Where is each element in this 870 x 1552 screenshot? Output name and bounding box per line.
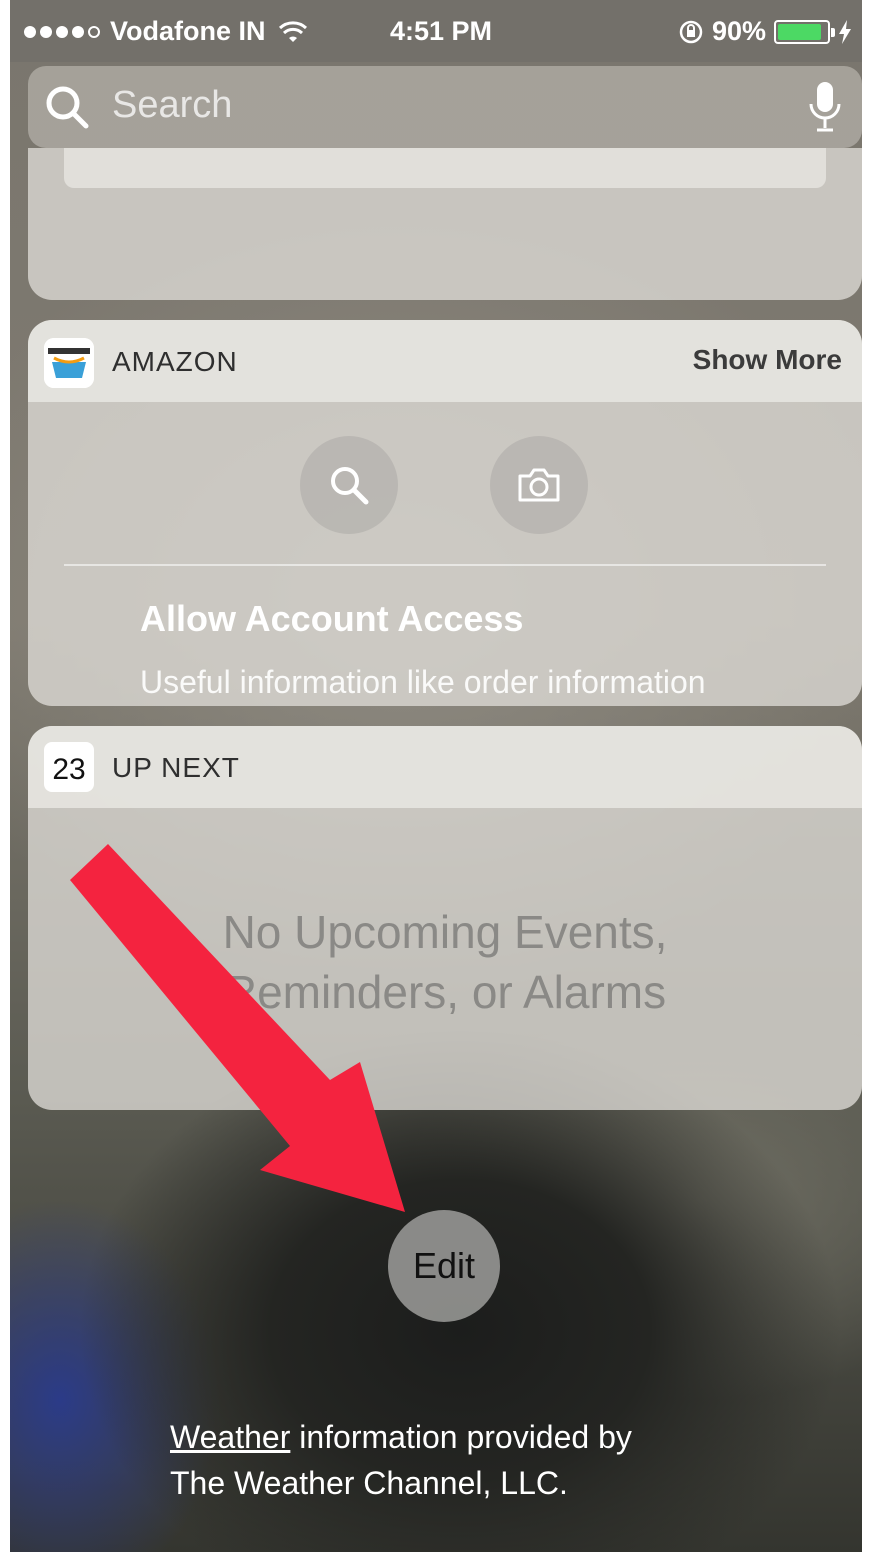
- carrier-group: Vodafone IN: [24, 16, 308, 47]
- screenshot-border-right: [862, 0, 870, 1552]
- amazon-widget-header[interactable]: AMAZON Show More: [28, 320, 862, 402]
- amazon-widget-title: AMAZON: [112, 346, 238, 377]
- amazon-search-button[interactable]: [300, 436, 398, 534]
- rotation-lock-icon: [679, 20, 703, 43]
- magnifier-icon: [331, 467, 369, 505]
- up-next-widget-header[interactable]: 23 UP NEXT: [28, 726, 862, 808]
- wifi-icon: [278, 20, 307, 42]
- calendar-app-icon: 23: [44, 742, 94, 792]
- battery-icon: [774, 19, 835, 44]
- allow-account-access-title[interactable]: Allow Account Access: [140, 598, 523, 640]
- screenshot-border-left: [0, 0, 10, 1552]
- weather-attribution-line2: The Weather Channel, LLC.: [170, 1465, 568, 1501]
- camera-icon: [518, 468, 560, 502]
- carrier-name: Vodafone IN: [110, 16, 266, 46]
- charging-bolt-icon: [839, 19, 851, 44]
- calendar-icon-top: [44, 742, 94, 752]
- battery-percent: 90%: [711, 16, 766, 46]
- weather-attribution: Weather information provided by The Weat…: [170, 1414, 632, 1506]
- weather-link[interactable]: Weather: [170, 1419, 290, 1455]
- signal-strength-icon: [24, 25, 100, 38]
- amazon-widget: AMAZON Show More Allow Account Access Us…: [28, 320, 862, 706]
- calendar-day: 23: [52, 753, 86, 786]
- search-input[interactable]: Search: [112, 84, 232, 127]
- weather-attribution-line1: information provided by: [290, 1419, 632, 1455]
- search-bar[interactable]: Search: [28, 66, 862, 148]
- search-icon: [46, 86, 89, 129]
- show-more-button[interactable]: Show More: [693, 344, 842, 376]
- edit-button[interactable]: Edit: [388, 1210, 500, 1322]
- red-arrow-annotation-icon: [70, 844, 405, 1212]
- allow-account-access-subtitle: Useful information like order informatio…: [140, 664, 706, 700]
- status-bar: Vodafone IN 4:51 PM 90%: [10, 0, 862, 62]
- amazon-camera-button[interactable]: [490, 436, 588, 534]
- previous-widget-content: [64, 148, 826, 188]
- battery-group: 90%: [678, 16, 852, 47]
- up-next-widget-title: UP NEXT: [112, 752, 240, 783]
- amazon-divider: [64, 564, 826, 566]
- previous-widget-card: [28, 148, 862, 300]
- amazon-app-icon: [44, 338, 94, 388]
- microphone-icon[interactable]: [808, 80, 842, 134]
- status-time: 4:51 PM: [390, 16, 493, 46]
